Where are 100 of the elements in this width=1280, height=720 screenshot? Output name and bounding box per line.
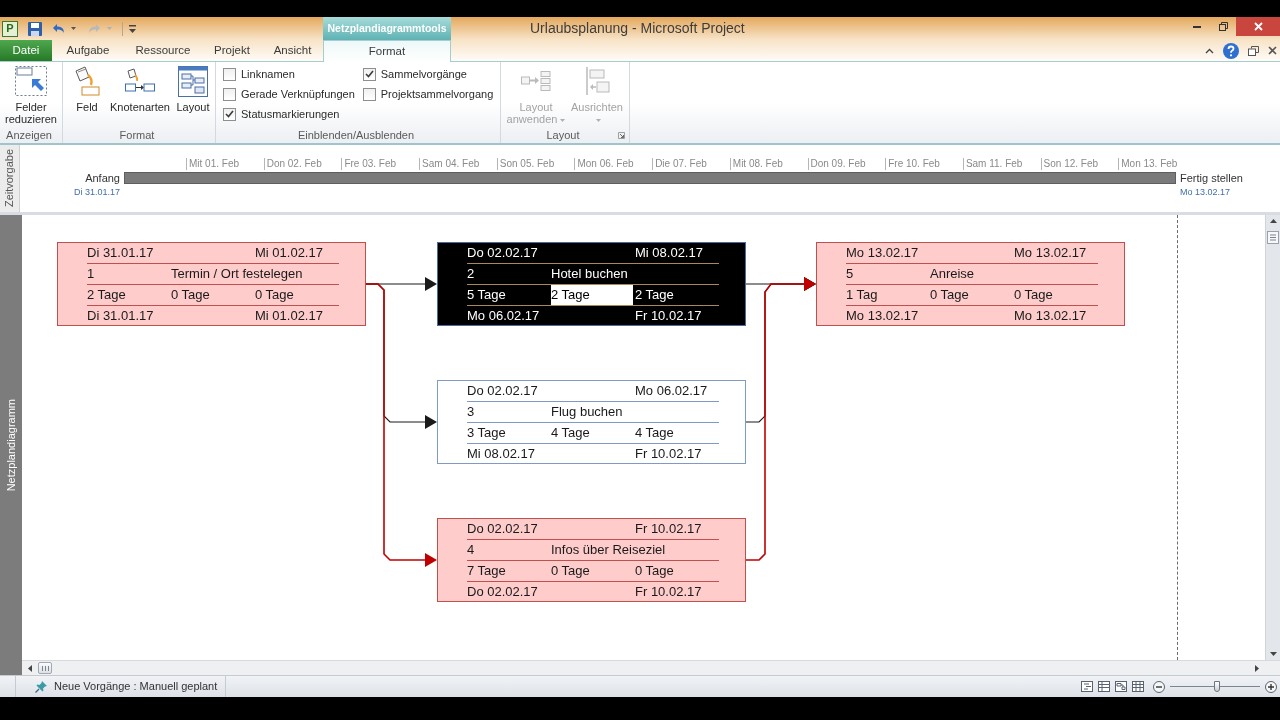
vertical-scrollbar[interactable] — [1265, 215, 1280, 660]
scroll-down-icon[interactable] — [1269, 652, 1277, 656]
timeline-start-label: Anfang — [85, 171, 120, 185]
timeline-tick-label: Son 05. Feb — [496, 158, 555, 170]
align-boxes-icon — [584, 67, 610, 95]
customize-toolbar-icon[interactable] — [129, 24, 136, 33]
timeline-finish-date: Mo 13.02.17 — [1180, 186, 1232, 199]
view-icon[interactable] — [1081, 681, 1093, 692]
task-node[interactable]: Mo 13.02.17 Mo 13.02.17 5 Anreise 1 Tag 0 Tage 0 Tage Mo 13.02.17 Mo 13.02.17 — [816, 242, 1125, 326]
task-node[interactable]: Di 31.01.17 Mi 01.02.17 1 Termin / Ort festelegen 2 Tage 0 Tage 0 Tage Di 31.01.17 Mi 01.02.17 — [57, 242, 366, 326]
window-diagram-icon — [178, 65, 208, 97]
scroll-left-icon[interactable] — [28, 664, 32, 672]
restore-icon[interactable] — [1248, 45, 1259, 56]
ribbon-tab[interactable]: Ansicht — [262, 40, 323, 61]
date-text: Fr 10.02.17 — [635, 445, 702, 462]
date-text: Mo 06.02.17 — [467, 307, 540, 324]
zoom-in-icon[interactable] — [1265, 680, 1277, 693]
duration-text: 4 Tage — [551, 425, 590, 441]
timeline-tick-label: Mit 08. Feb — [729, 158, 783, 170]
date-text: Mi 08.02.17 — [635, 245, 703, 261]
duration-text: 2 Tage — [87, 287, 126, 303]
ribbon-tab[interactable]: Projekt — [202, 40, 262, 61]
duration-text: 1 Tag — [846, 287, 878, 303]
paint-bucket-boxes-icon — [125, 68, 155, 94]
task-name: Infos über Reiseziel — [551, 542, 666, 558]
date-text: Mi 01.02.17 — [255, 245, 323, 261]
timeline-tick-label: Don 09. Feb — [807, 158, 866, 170]
date-text: Mo 13.02.17 — [846, 307, 919, 324]
split-box-icon[interactable] — [1267, 231, 1279, 244]
duration-text: 5 Tage — [467, 287, 506, 303]
view-side-label: Netzplandiagramm — [3, 398, 18, 492]
caret-icon — [71, 27, 76, 30]
minimize-icon — [1193, 25, 1201, 28]
checkbox[interactable] — [223, 107, 236, 121]
close-icon[interactable] — [1268, 46, 1277, 55]
timeline-tick-label: Sam 11. Feb — [962, 158, 1023, 170]
paint-bucket-box-icon — [74, 66, 100, 96]
view-icon[interactable] — [1098, 681, 1110, 692]
ribbon-tab[interactable]: Ressource — [124, 40, 202, 61]
window-title: Urlaubsplanung - Microsoft Project — [530, 19, 745, 38]
zoom-slider-thumb[interactable] — [1213, 680, 1220, 692]
layout-button[interactable]: Layout — [173, 62, 213, 126]
close-icon — [1253, 22, 1263, 31]
zoom-out-icon[interactable] — [1153, 680, 1165, 693]
task-node[interactable]: Do 02.02.17 Mo 06.02.17 3 Flug buchen 3 Tage 4 Tage 4 Tage Mi 08.02.17 Fr 10.02.17 — [437, 380, 746, 464]
box-styles-button[interactable]: Knotenarten — [107, 62, 173, 126]
task-id: 4 — [467, 542, 475, 558]
check-icon — [225, 110, 234, 118]
undo-icon[interactable] — [52, 23, 65, 34]
view-icon[interactable] — [1132, 681, 1144, 692]
task-node[interactable]: Do 02.02.17 Mi 08.02.17 2 Hotel buchen 5 Tage 2 Tage 2 Tage Mo 06.02.17 Fr 10.02.17 — [437, 242, 746, 326]
close-button[interactable] — [1236, 17, 1280, 36]
ribbon-tab[interactable]: Format — [323, 40, 451, 63]
checkbox[interactable] — [362, 67, 376, 81]
zoom-slider-track[interactable] — [1170, 680, 1260, 693]
checkbox[interactable] — [223, 87, 236, 101]
checkbox[interactable] — [362, 87, 376, 101]
scroll-right-icon[interactable] — [1255, 664, 1259, 672]
task-id: 1 — [87, 266, 95, 282]
date-text: Mo 13.02.17 — [1014, 307, 1087, 324]
edit-field[interactable]: 2 Tage — [551, 285, 633, 305]
caret-icon — [107, 27, 112, 30]
app-logo[interactable]: P — [2, 20, 18, 37]
save-icon[interactable] — [28, 21, 42, 36]
duration-text: 0 Tage — [635, 563, 674, 579]
scroll-up-icon[interactable] — [1269, 219, 1277, 223]
timeline-tick-label: Fre 03. Feb — [341, 158, 397, 170]
date-text: Do 02.02.17 — [467, 583, 538, 600]
date-text: Do 02.02.17 — [467, 245, 538, 261]
duration-text: 0 Tage — [171, 287, 210, 303]
duration-text: 0 Tage — [1014, 287, 1053, 303]
timeline-tick-label: Mon 06. Feb — [574, 158, 634, 170]
timeline-tick-label: Die 07. Feb — [652, 158, 707, 170]
checkbox[interactable] — [223, 67, 236, 81]
status-text[interactable]: Neue Vorgänge : Manuell geplant — [54, 678, 218, 695]
timeline-tick-label: Son 12. Feb — [1040, 158, 1099, 170]
horizontal-scrollbar[interactable] — [22, 660, 1280, 675]
pushpin-icon — [35, 680, 48, 693]
date-text: Fr 10.02.17 — [635, 583, 702, 600]
collapse-fields-button[interactable]: Felder reduzieren — [2, 62, 60, 126]
date-text: Mo 13.02.17 — [1014, 245, 1087, 261]
ribbon-tab[interactable]: Datei — [0, 40, 52, 61]
checkbox-label: Gerade Verknüpfungen — [241, 86, 355, 102]
timeline-tick-label: Fre 10. Feb — [885, 158, 940, 170]
help-icon[interactable] — [1223, 42, 1239, 59]
task-node[interactable]: Do 02.02.17 Fr 10.02.17 4 Infos über Reiseziel 7 Tage 0 Tage 0 Tage Do 02.02.17 Fr 10.02.17 — [437, 518, 746, 602]
scrollbar-thumb[interactable] — [38, 662, 52, 674]
task-id: 2 — [467, 266, 475, 282]
check-icon — [364, 70, 374, 78]
field-button[interactable]: Feld — [67, 62, 107, 126]
group-label: Anzeigen — [6, 127, 52, 143]
task-name: Flug buchen — [551, 404, 623, 420]
view-icon[interactable] — [1115, 681, 1127, 692]
chevron-up-icon[interactable] — [1205, 47, 1214, 54]
dialog-launcher-icon[interactable] — [618, 131, 625, 139]
context-tab-group-label: Netzplandiagrammtools — [327, 20, 447, 36]
task-id: 3 — [467, 404, 475, 420]
checkbox-label: Linknamen — [241, 66, 295, 82]
ribbon-tab[interactable]: Aufgabe — [52, 40, 124, 61]
date-text: Fr 10.02.17 — [635, 307, 702, 324]
